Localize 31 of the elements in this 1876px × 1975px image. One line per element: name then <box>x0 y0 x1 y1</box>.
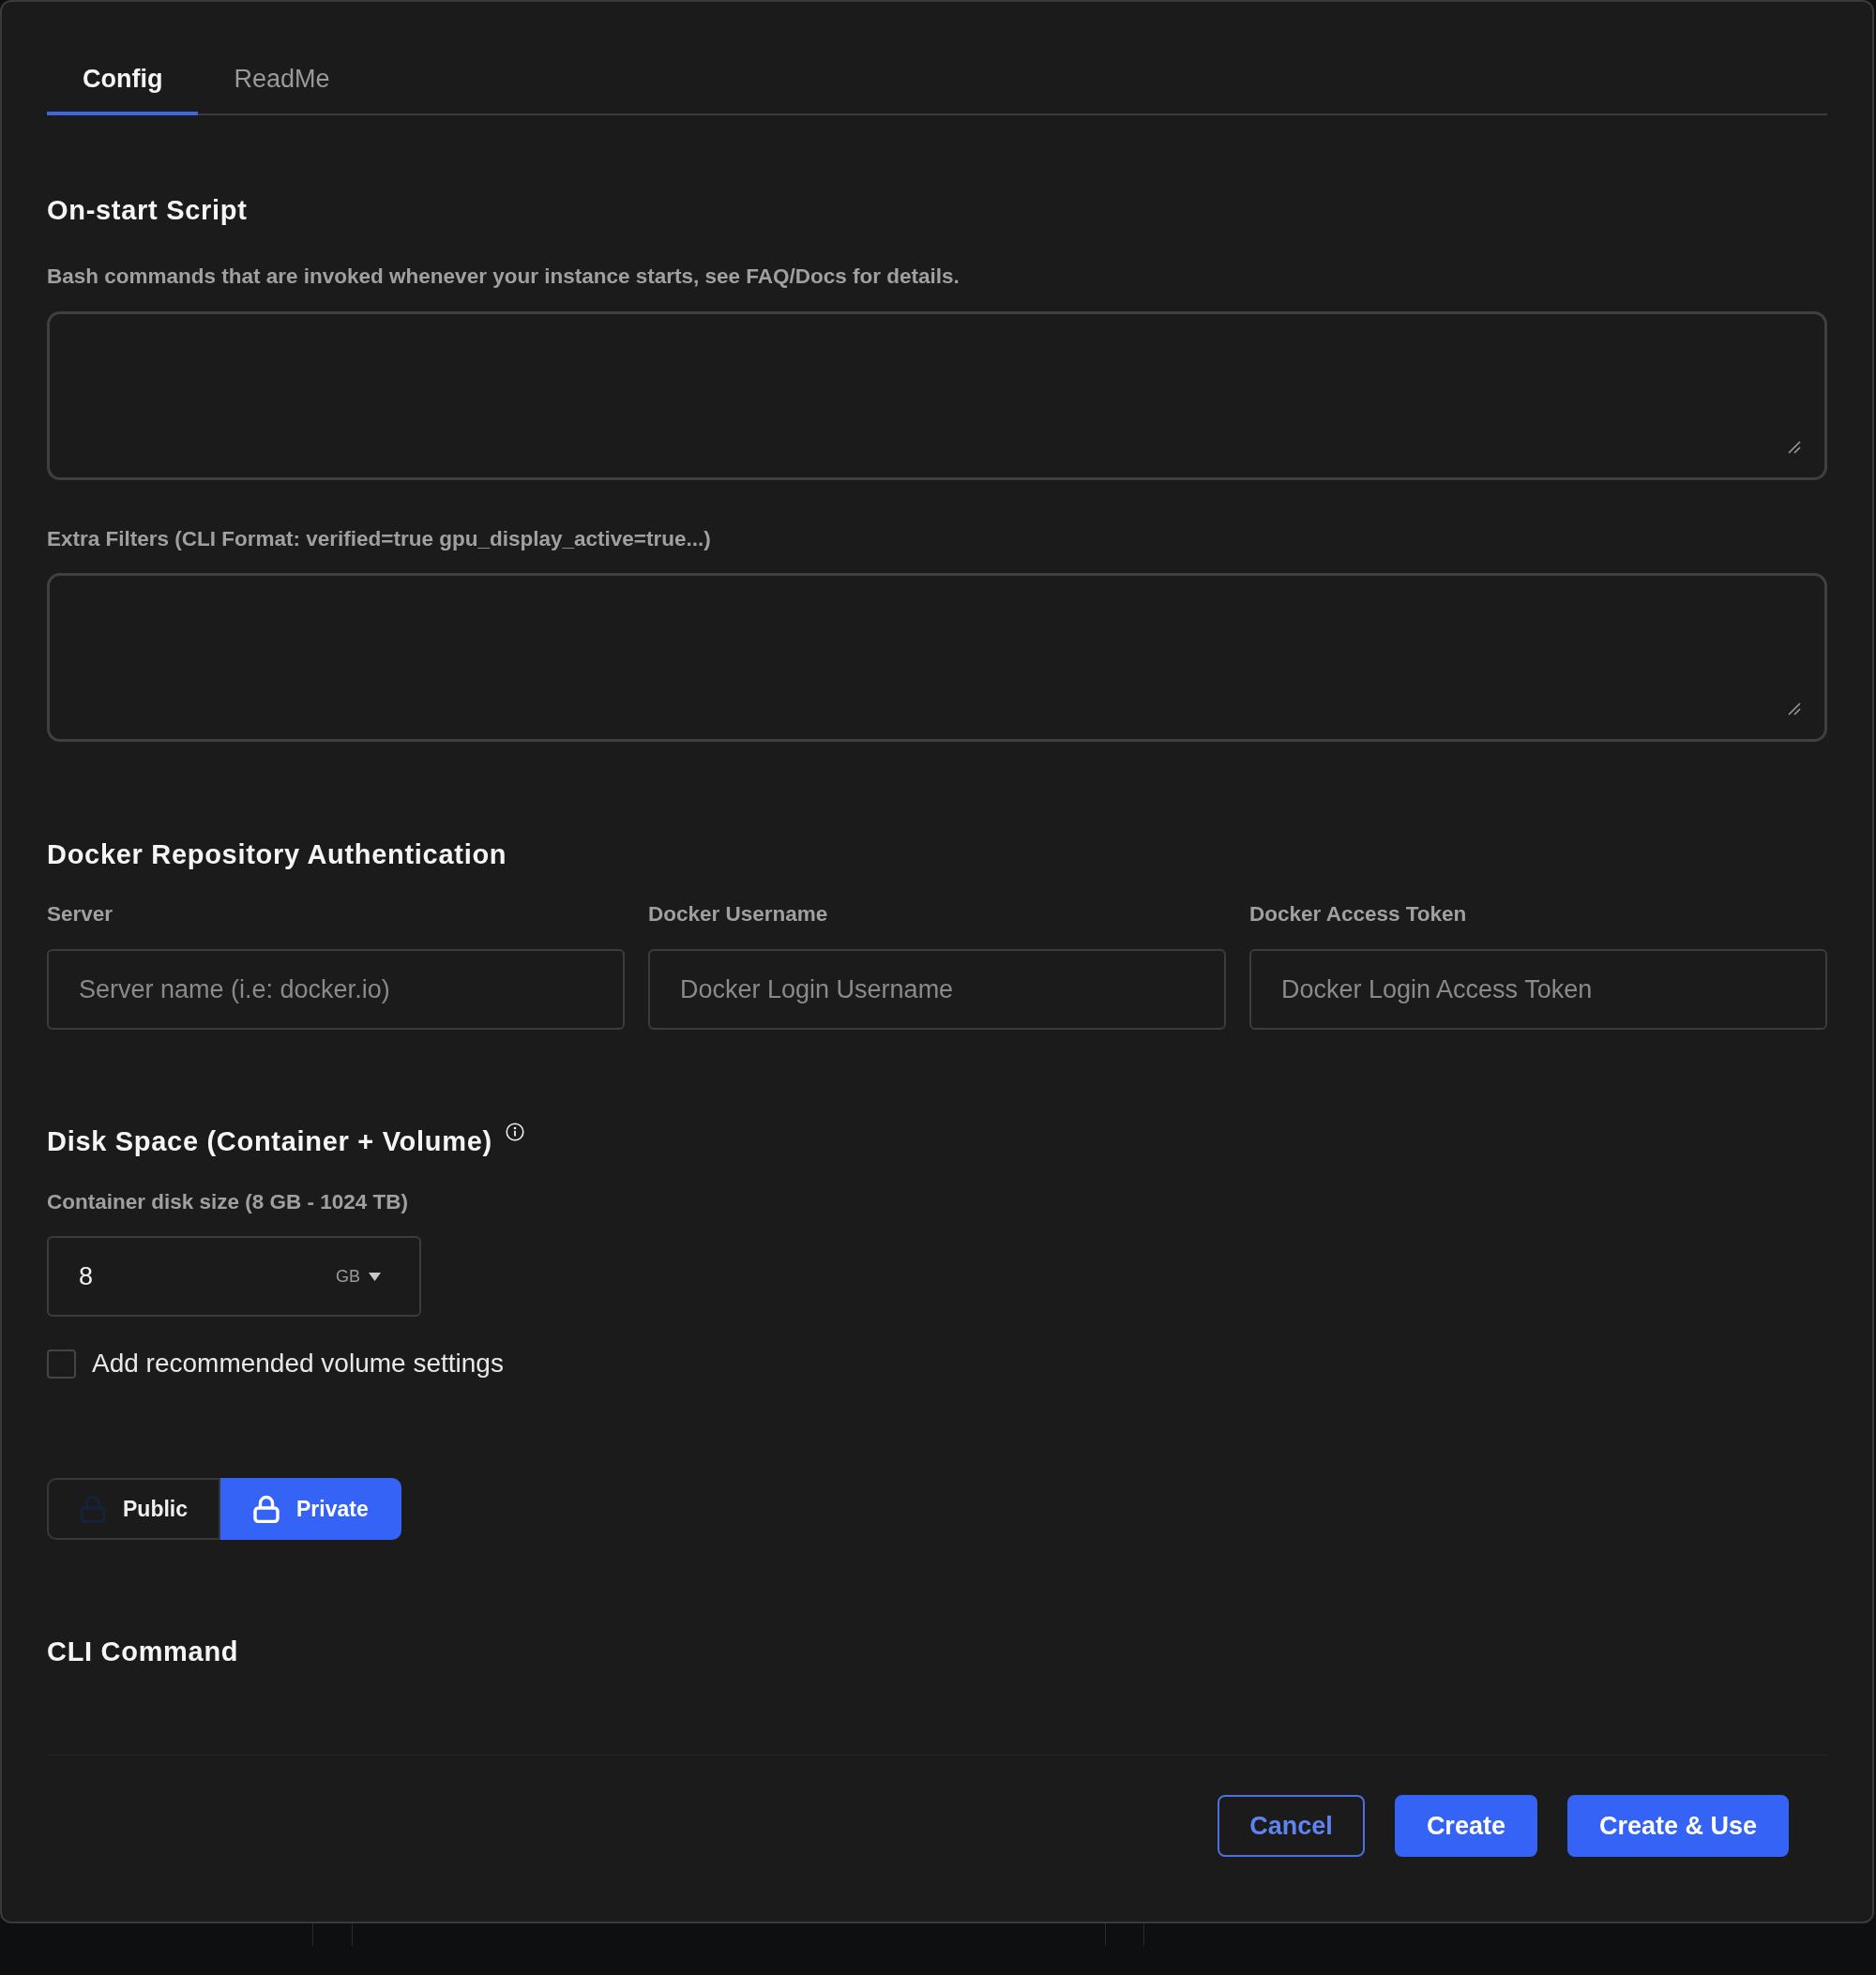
visibility-option[interactable]: Private <box>220 1478 401 1540</box>
text-input[interactable]: Docker Login Username <box>648 949 1226 1030</box>
script-input[interactable] <box>47 311 1827 480</box>
info-icon[interactable] <box>505 1123 524 1141</box>
cancel-button[interactable]: Cancel <box>1218 1795 1365 1857</box>
field-label: Server <box>47 901 114 927</box>
caret-icon <box>369 1272 381 1281</box>
section-title: On-start Script <box>47 194 249 226</box>
resize-handle-icon[interactable] <box>1788 702 1801 716</box>
section-title: Disk Space (Container + Volume) <box>47 1125 492 1157</box>
field-description: Bash commands that are invoked whenever your instance starts, see FAQ/Docs for details. <box>47 264 961 290</box>
field-label: Docker Access Token <box>1249 901 1468 927</box>
action-button[interactable]: Create <box>1394 1795 1537 1857</box>
text-input[interactable]: Server name (i.e: docker.io) <box>47 949 625 1030</box>
section-title: CLI Command <box>47 1636 240 1667</box>
unit-select[interactable]: GB <box>336 1262 381 1290</box>
action-button[interactable]: Create & Use <box>1566 1795 1789 1857</box>
lock-icon <box>253 1495 280 1523</box>
field-label: Container disk size (8 GB - 1024 TB) <box>47 1189 410 1215</box>
visibility-option[interactable]: Public <box>47 1478 220 1540</box>
checkbox-label: Add recommended volume settings <box>92 1348 504 1379</box>
text-input[interactable]: Docker Login Access Token <box>1249 949 1827 1030</box>
field-label: Docker Username <box>648 901 829 927</box>
field-label: Extra Filters (CLI Format: verified=true gpu_display_active=true...) <box>47 526 712 552</box>
lock-icon <box>80 1495 106 1523</box>
tab[interactable]: ReadMe <box>198 47 366 115</box>
section-title: Docker Repository Authentication <box>47 838 508 870</box>
checkbox[interactable] <box>47 1349 76 1379</box>
tab[interactable]: Config <box>47 47 199 115</box>
filters-input[interactable] <box>47 573 1827 742</box>
resize-handle-icon[interactable] <box>1788 441 1801 454</box>
